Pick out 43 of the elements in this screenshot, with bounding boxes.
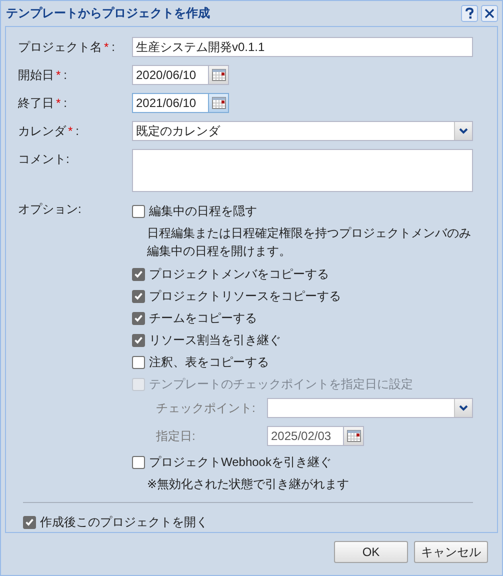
chevron-down-icon [459,405,468,411]
field-label: 開始日 * : [18,67,68,84]
checkbox[interactable] [132,456,145,468]
checkbox[interactable] [132,356,145,368]
checkbox-label: プロジェクトWebhookを引き継ぐ [149,454,332,470]
checkbox-label: プロジェクトメンバをコピーする [149,266,329,282]
checkbox-label: テンプレートのチェックポイントを指定日に設定 [149,376,413,392]
field-label: オプション: [18,201,82,218]
checkbox-label: 編集中の日程を隠す [149,202,257,220]
calendar-button[interactable] [209,65,229,85]
calendar-dropdown[interactable]: 既定のカレンダ [132,121,473,141]
field-label: チェックポイント: [156,400,256,416]
help-icon[interactable] [461,5,478,22]
calendar-button[interactable] [344,426,364,446]
checkbox[interactable] [132,312,145,324]
field-label: 終了日 * : [18,95,68,112]
window-title: テンプレートからプロジェクトを作成 [6,5,210,22]
option-note: 日程編集または日程確定権限を持つプロジェクトメンバのみ編集中の日程を開けます。 [146,225,472,260]
option-note: ※無効化された状態で引き継がれます [146,476,350,493]
comment-field[interactable] [132,149,473,192]
checkbox[interactable] [132,334,145,346]
field-label: カレンダ * : [18,123,80,140]
date-field[interactable]: 2020/06/10 [132,65,209,85]
checkbox-label: リソース割当を引き継ぐ [149,332,281,348]
checkbox-label: 作成後このプロジェクトを開く [40,514,208,530]
checkbox-label: プロジェクトリソースをコピーする [149,288,341,304]
checkbox-label: チームをコピーする [149,310,257,326]
checkbox[interactable] [23,516,36,528]
date-field[interactable]: 2021/06/10 [132,93,209,113]
cancel-button[interactable]: キャンセル [414,541,488,563]
checkbox[interactable] [132,268,145,280]
calendar-button[interactable] [209,93,229,113]
checkbox-label: 注釈、表をコピーする [149,354,269,370]
field-label: コメント: [18,151,70,168]
checkbox[interactable] [132,290,145,302]
ok-button[interactable]: OK [334,541,408,563]
checkbox[interactable] [132,204,145,218]
text-field[interactable]: 生産システム開発v0.1.1 [132,37,473,57]
close-icon[interactable] [481,5,498,22]
chevron-down-icon [459,128,468,134]
field-label: 指定日: [156,428,196,444]
field-label: プロジェクト名 * : [18,39,116,56]
checkpoint-dropdown[interactable] [267,398,473,418]
